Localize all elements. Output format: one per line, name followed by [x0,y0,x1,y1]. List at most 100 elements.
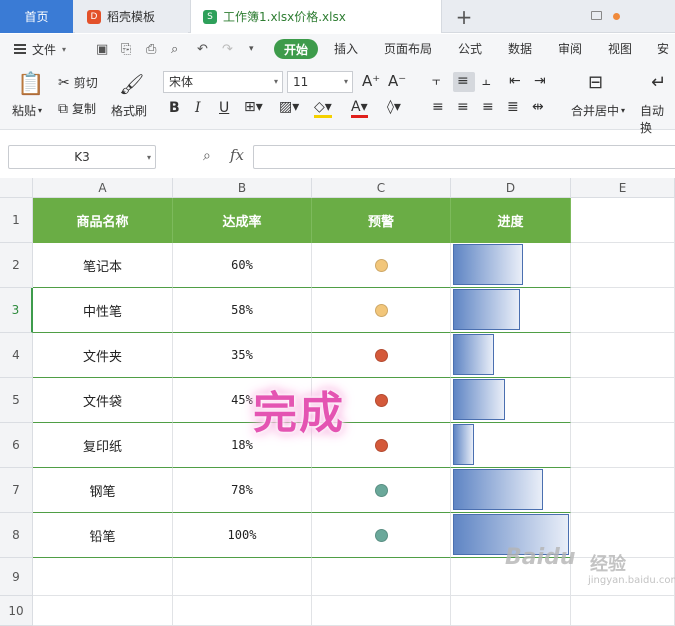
cell-empty[interactable] [571,423,675,468]
tab-template[interactable]: D 稻壳模板 [75,0,188,33]
zoom-icon[interactable]: ⌕ [203,148,211,164]
cell-product-name[interactable]: 文件袋 [33,378,173,423]
cell-d10[interactable] [451,596,571,626]
row-header-9[interactable]: 9 [0,558,33,596]
align-middle-icon[interactable]: ≡ [457,73,469,89]
function-button[interactable]: fx [230,146,244,164]
cell-alert[interactable] [312,243,451,288]
underline-icon[interactable]: U [219,100,229,116]
cell-progress[interactable] [451,333,571,378]
header-cell-rate[interactable]: 达成率 [173,198,312,243]
more-icon[interactable]: ▾ [249,34,254,64]
select-all-corner[interactable] [0,178,33,198]
row-header-8[interactable]: 8 [0,513,33,558]
column-header-c[interactable]: C [312,178,451,198]
indent-increase-icon[interactable]: ⇥ [534,73,546,89]
justify-icon[interactable]: ≣ [507,99,519,115]
align-left-icon[interactable]: ≡ [432,99,444,115]
decrease-font-icon[interactable]: A⁻ [388,72,406,90]
copy-button[interactable]: ⧉ 复制 [58,100,96,117]
cell-alert[interactable] [312,333,451,378]
new-tab-button[interactable]: + [452,0,476,33]
align-center-icon[interactable]: ≡ [457,99,469,115]
column-header-a[interactable]: A [33,178,173,198]
increase-font-icon[interactable]: A⁺ [362,72,380,90]
menu-review[interactable]: 审阅 [558,34,582,64]
cell-b9[interactable] [173,558,312,596]
column-header-e[interactable]: E [571,178,675,198]
preview-icon[interactable]: ⌕ [171,34,178,64]
cell-c9[interactable] [312,558,451,596]
align-top-icon[interactable]: ⫟ [432,73,440,89]
row-header-3[interactable]: 3 [0,288,33,333]
wrap-text-icon[interactable]: ↵ [651,72,666,93]
cell-a10[interactable] [33,596,173,626]
format-painter-button[interactable]: 格式刷 [111,102,147,119]
cell-empty[interactable] [571,243,675,288]
column-header-b[interactable]: B [173,178,312,198]
align-right-icon[interactable]: ≡ [482,99,494,115]
indent-decrease-icon[interactable]: ⇤ [509,73,521,89]
merge-center-button[interactable]: 合并居中 ▾ [571,102,625,119]
file-menu[interactable]: 文件 ▾ [14,41,66,58]
menu-view[interactable]: 视图 [608,34,632,64]
merge-center-icon[interactable]: ⊟ [588,72,603,93]
save-icon[interactable]: ▣ [96,34,108,64]
distribute-icon[interactable]: ⇹ [532,99,544,115]
cell-product-name[interactable]: 铅笔 [33,513,173,558]
menu-formulas[interactable]: 公式 [458,34,482,64]
cell-alert[interactable] [312,288,451,333]
tab-home[interactable]: 首页 [0,0,73,33]
fill-pattern-icon[interactable]: ▨▾ [279,99,299,115]
print-icon[interactable]: ⎙ [146,34,156,64]
row-header-10[interactable]: 10 [0,596,33,626]
cell-progress[interactable] [451,468,571,513]
menu-data[interactable]: 数据 [508,34,532,64]
header-cell-name[interactable]: 商品名称 [33,198,173,243]
cell-product-name[interactable]: 复印纸 [33,423,173,468]
font-family-select[interactable]: 宋体 ▾ [163,71,283,93]
undo-icon[interactable]: ↶ [197,34,208,64]
cell-e10[interactable] [571,596,675,626]
cell-progress[interactable] [451,378,571,423]
cell-e1[interactable] [571,198,675,243]
wrap-text-button[interactable]: 自动换 [640,102,675,136]
cut-button[interactable]: ✂ 剪切 [58,74,98,91]
column-header-d[interactable]: D [451,178,571,198]
border-icon[interactable]: ⊞▾ [244,99,263,115]
bold-icon[interactable]: B [169,100,180,116]
cell-b10[interactable] [173,596,312,626]
cell-empty[interactable] [571,333,675,378]
cell-empty[interactable] [571,288,675,333]
fill-color-icon[interactable]: ◇▾ [314,99,332,118]
paste-button[interactable]: 粘贴 ▾ [12,102,42,119]
monitor-icon[interactable] [591,11,602,20]
cell-rate[interactable]: 35% [173,333,312,378]
clear-icon[interactable]: ◊▾ [387,99,401,115]
paste-icon[interactable]: 📋 [17,72,44,97]
cell-product-name[interactable]: 笔记本 [33,243,173,288]
font-size-select[interactable]: 11 ▾ [287,71,353,93]
cell-rate[interactable]: 60% [173,243,312,288]
header-cell-alert[interactable]: 预警 [312,198,451,243]
menu-page-layout[interactable]: 页面布局 [384,34,432,64]
cell-c10[interactable] [312,596,451,626]
font-color-icon[interactable]: A▾ [351,99,368,118]
name-box[interactable]: K3 ▾ [8,145,156,169]
export-icon[interactable]: ⎘ [121,34,131,64]
menu-insert[interactable]: 插入 [334,34,358,64]
cell-progress[interactable] [451,288,571,333]
menu-security[interactable]: 安全 [657,34,675,86]
cell-product-name[interactable]: 钢笔 [33,468,173,513]
cell-product-name[interactable]: 中性笔 [33,288,173,333]
align-bottom-icon[interactable]: ⫠ [482,73,490,89]
row-header-2[interactable]: 2 [0,243,33,288]
row-header-4[interactable]: 4 [0,333,33,378]
cell-product-name[interactable]: 文件夹 [33,333,173,378]
cell-progress[interactable] [451,243,571,288]
cell-rate[interactable]: 78% [173,468,312,513]
format-painter-icon[interactable]: 🖌 [119,72,144,96]
cell-progress[interactable] [451,423,571,468]
cell-empty[interactable] [571,378,675,423]
formula-input[interactable] [253,145,675,169]
